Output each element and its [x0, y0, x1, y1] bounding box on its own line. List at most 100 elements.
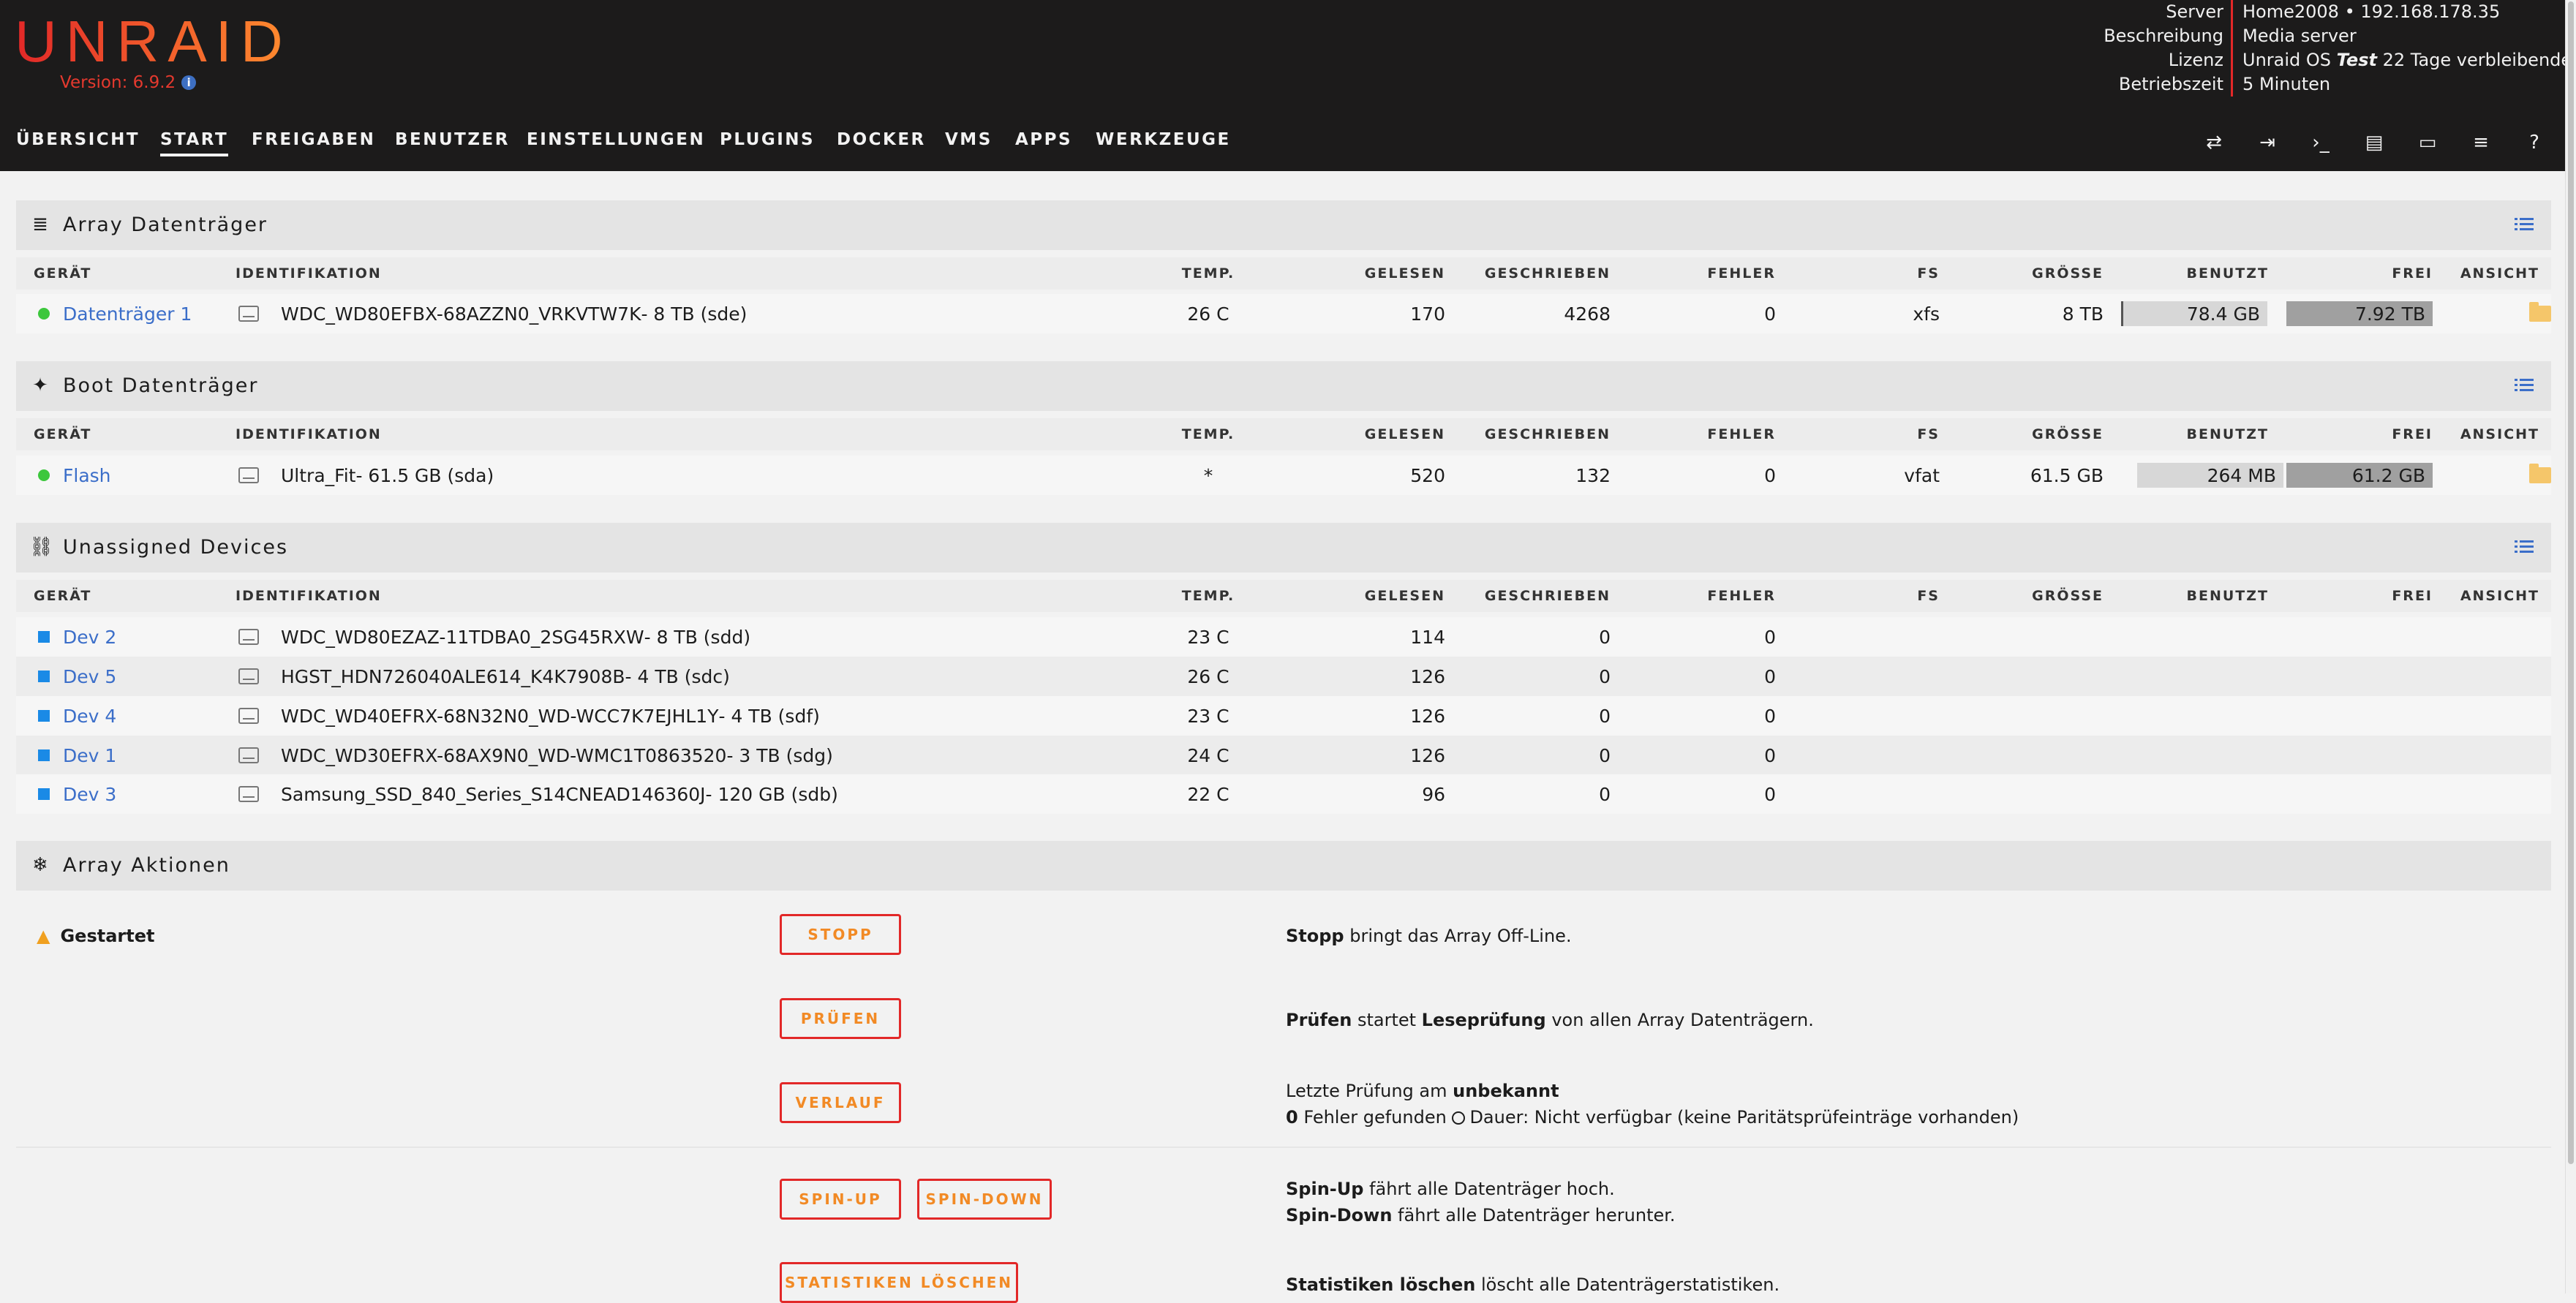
- errors-value: 0: [1764, 464, 1776, 486]
- device-cell[interactable]: Dev 4: [38, 696, 116, 736]
- disk-size: - 61.5 GB (sda): [355, 464, 494, 486]
- page-scrollbar[interactable]: [2565, 0, 2576, 1293]
- spin-down-desc-bold: Spin-Down: [1286, 1205, 1393, 1225]
- table-row: Dev 5 HGST_HDN726040ALE614_K4K7908B - 4 …: [16, 657, 2551, 696]
- unassigned-section-title: Unassigned Devices: [63, 536, 289, 559]
- log-icon[interactable]: ≡: [2468, 130, 2493, 155]
- monitor-icon[interactable]: ▭: [2415, 130, 2440, 155]
- nav-shares[interactable]: FREIGABEN: [252, 130, 375, 149]
- disk-size: - 4 TB (sdf): [718, 705, 820, 727]
- col-device: GERÄT: [34, 426, 92, 442]
- reads-value: 114: [1410, 626, 1445, 648]
- warning-icon: ▲: [37, 926, 50, 946]
- feedback-icon[interactable]: ▤: [2362, 130, 2387, 155]
- device-cell[interactable]: Dev 3: [38, 774, 116, 814]
- clear-desc-bold: Statistiken löschen: [1286, 1274, 1476, 1295]
- reads-value: 126: [1410, 705, 1445, 727]
- device-cell[interactable]: Datenträger 1: [38, 294, 192, 333]
- used-bar: 78.4 GB: [2121, 301, 2267, 326]
- nav-settings[interactable]: EINSTELLUNGEN: [527, 130, 705, 149]
- nav-overview[interactable]: ÜBERSICHT: [16, 130, 140, 149]
- stop-desc-rest: bringt das Array Off-Line.: [1344, 926, 1572, 946]
- spin-up-button[interactable]: SPIN-UP: [780, 1179, 901, 1220]
- device-link[interactable]: Dev 1: [63, 745, 116, 766]
- device-link[interactable]: Datenträger 1: [63, 303, 192, 325]
- spin-down-button[interactable]: SPIN-DOWN: [917, 1179, 1052, 1220]
- check-button[interactable]: PRÜFEN: [780, 998, 901, 1039]
- col-reads: GELESEN: [1364, 426, 1445, 442]
- description-label: Beschreibung: [2104, 26, 2223, 46]
- col-fs: FS: [1917, 588, 1940, 604]
- col-identification: IDENTIFIKATION: [236, 426, 382, 442]
- device-link[interactable]: Flash: [63, 465, 111, 486]
- col-writes: GESCHRIEBEN: [1484, 265, 1611, 282]
- scrollbar-thumb[interactable]: [2568, 1, 2574, 1164]
- nav-tools[interactable]: WERKZEUGE: [1096, 130, 1231, 149]
- device-link[interactable]: Dev 5: [63, 666, 116, 687]
- stop-button[interactable]: STOPP: [780, 914, 901, 955]
- view-cell[interactable]: [2529, 456, 2551, 495]
- help-icon[interactable]: ?: [2522, 130, 2547, 155]
- col-temp: TEMP.: [1181, 426, 1235, 442]
- nav-apps[interactable]: APPS: [1015, 130, 1072, 149]
- logout-icon[interactable]: ⇥: [2255, 130, 2280, 155]
- nav-plugins[interactable]: PLUGINS: [720, 130, 815, 149]
- list-view-icon[interactable]: [2513, 214, 2535, 235]
- col-used: BENUTZT: [2186, 265, 2269, 282]
- disk-id: WDC_WD30EFRX-68AX9N0_WD-WMC1T0863520: [281, 744, 727, 766]
- errors-value: 0: [1764, 303, 1776, 325]
- table-row: Dev 1 WDC_WD30EFRX-68AX9N0_WD-WMC1T08635…: [16, 736, 2551, 775]
- unlink-icon: ⛓: [29, 536, 54, 558]
- col-identification: IDENTIFIKATION: [236, 588, 382, 604]
- unassigned-status-icon: [38, 788, 50, 800]
- history-button[interactable]: VERLAUF: [780, 1082, 901, 1123]
- nav-docker[interactable]: DOCKER: [837, 130, 926, 149]
- clear-statistics-button[interactable]: STATISTIKEN LÖSCHEN: [780, 1262, 1018, 1303]
- identification-cell: WDC_WD80EFBX-68AZZN0_VRKVTW7K - 8 TB (sd…: [238, 294, 747, 333]
- identification-cell: Ultra_Fit - 61.5 GB (sda): [238, 456, 494, 495]
- hdd-icon: [238, 629, 259, 645]
- folder-icon[interactable]: [2529, 302, 2551, 322]
- device-link[interactable]: Dev 4: [63, 706, 116, 727]
- writes-value: 0: [1599, 665, 1611, 687]
- table-header: GERÄT IDENTIFIKATION TEMP. GELESEN GESCH…: [16, 418, 2551, 450]
- writes-value: 132: [1575, 464, 1611, 486]
- view-cell[interactable]: [2529, 294, 2551, 333]
- history-error-count: 0: [1286, 1107, 1298, 1128]
- device-link[interactable]: Dev 2: [63, 627, 116, 648]
- list-view-icon[interactable]: [2513, 374, 2535, 396]
- device-cell[interactable]: Dev 1: [38, 736, 116, 775]
- terminal-icon[interactable]: ›_: [2308, 130, 2333, 155]
- device-cell[interactable]: Flash: [38, 456, 111, 495]
- device-cell[interactable]: Dev 2: [38, 617, 116, 657]
- folder-icon[interactable]: [2529, 464, 2551, 483]
- server-value[interactable]: Home2008 • 192.168.178.35: [2242, 1, 2500, 26]
- license-value[interactable]: Unraid OS Test 22 Tage verbleibende: [2242, 50, 2572, 75]
- boot-section-header: ✦ Boot Datenträger: [16, 361, 2551, 411]
- switch-language-icon[interactable]: ⇄: [2202, 130, 2226, 155]
- col-view: ANSICHT: [2460, 426, 2539, 442]
- device-link[interactable]: Dev 3: [63, 784, 116, 805]
- col-errors: FEHLER: [1707, 426, 1776, 442]
- col-errors: FEHLER: [1707, 588, 1776, 604]
- nav-start[interactable]: START: [160, 130, 229, 156]
- nav-vms[interactable]: VMS: [945, 130, 993, 149]
- unassigned-section-header: ⛓ Unassigned Devices: [16, 523, 2551, 573]
- device-cell[interactable]: Dev 5: [38, 657, 116, 696]
- reads-value: 170: [1410, 303, 1445, 325]
- temp-value: 23 C: [1187, 705, 1229, 727]
- nav-users[interactable]: BENUTZER: [395, 130, 510, 149]
- temp-value: *: [1203, 464, 1213, 486]
- history-errors-found: Fehler gefunden: [1298, 1107, 1453, 1128]
- list-view-icon[interactable]: [2513, 536, 2535, 558]
- unassigned-status-icon: [38, 631, 50, 643]
- col-identification: IDENTIFIKATION: [236, 265, 382, 282]
- history-line-1: Letzte Prüfung am unbekannt: [1286, 1081, 1559, 1101]
- errors-value: 0: [1764, 744, 1776, 766]
- spin-up-desc-bold: Spin-Up: [1286, 1179, 1364, 1199]
- reads-value: 126: [1410, 744, 1445, 766]
- identification-cell: WDC_WD30EFRX-68AX9N0_WD-WMC1T0863520 - 3…: [238, 736, 833, 775]
- temp-value: 26 C: [1187, 303, 1229, 325]
- size-value: 8 TB: [2062, 303, 2104, 325]
- clear-statistics-description: Statistiken löschen löscht alle Datenträ…: [1286, 1274, 1780, 1295]
